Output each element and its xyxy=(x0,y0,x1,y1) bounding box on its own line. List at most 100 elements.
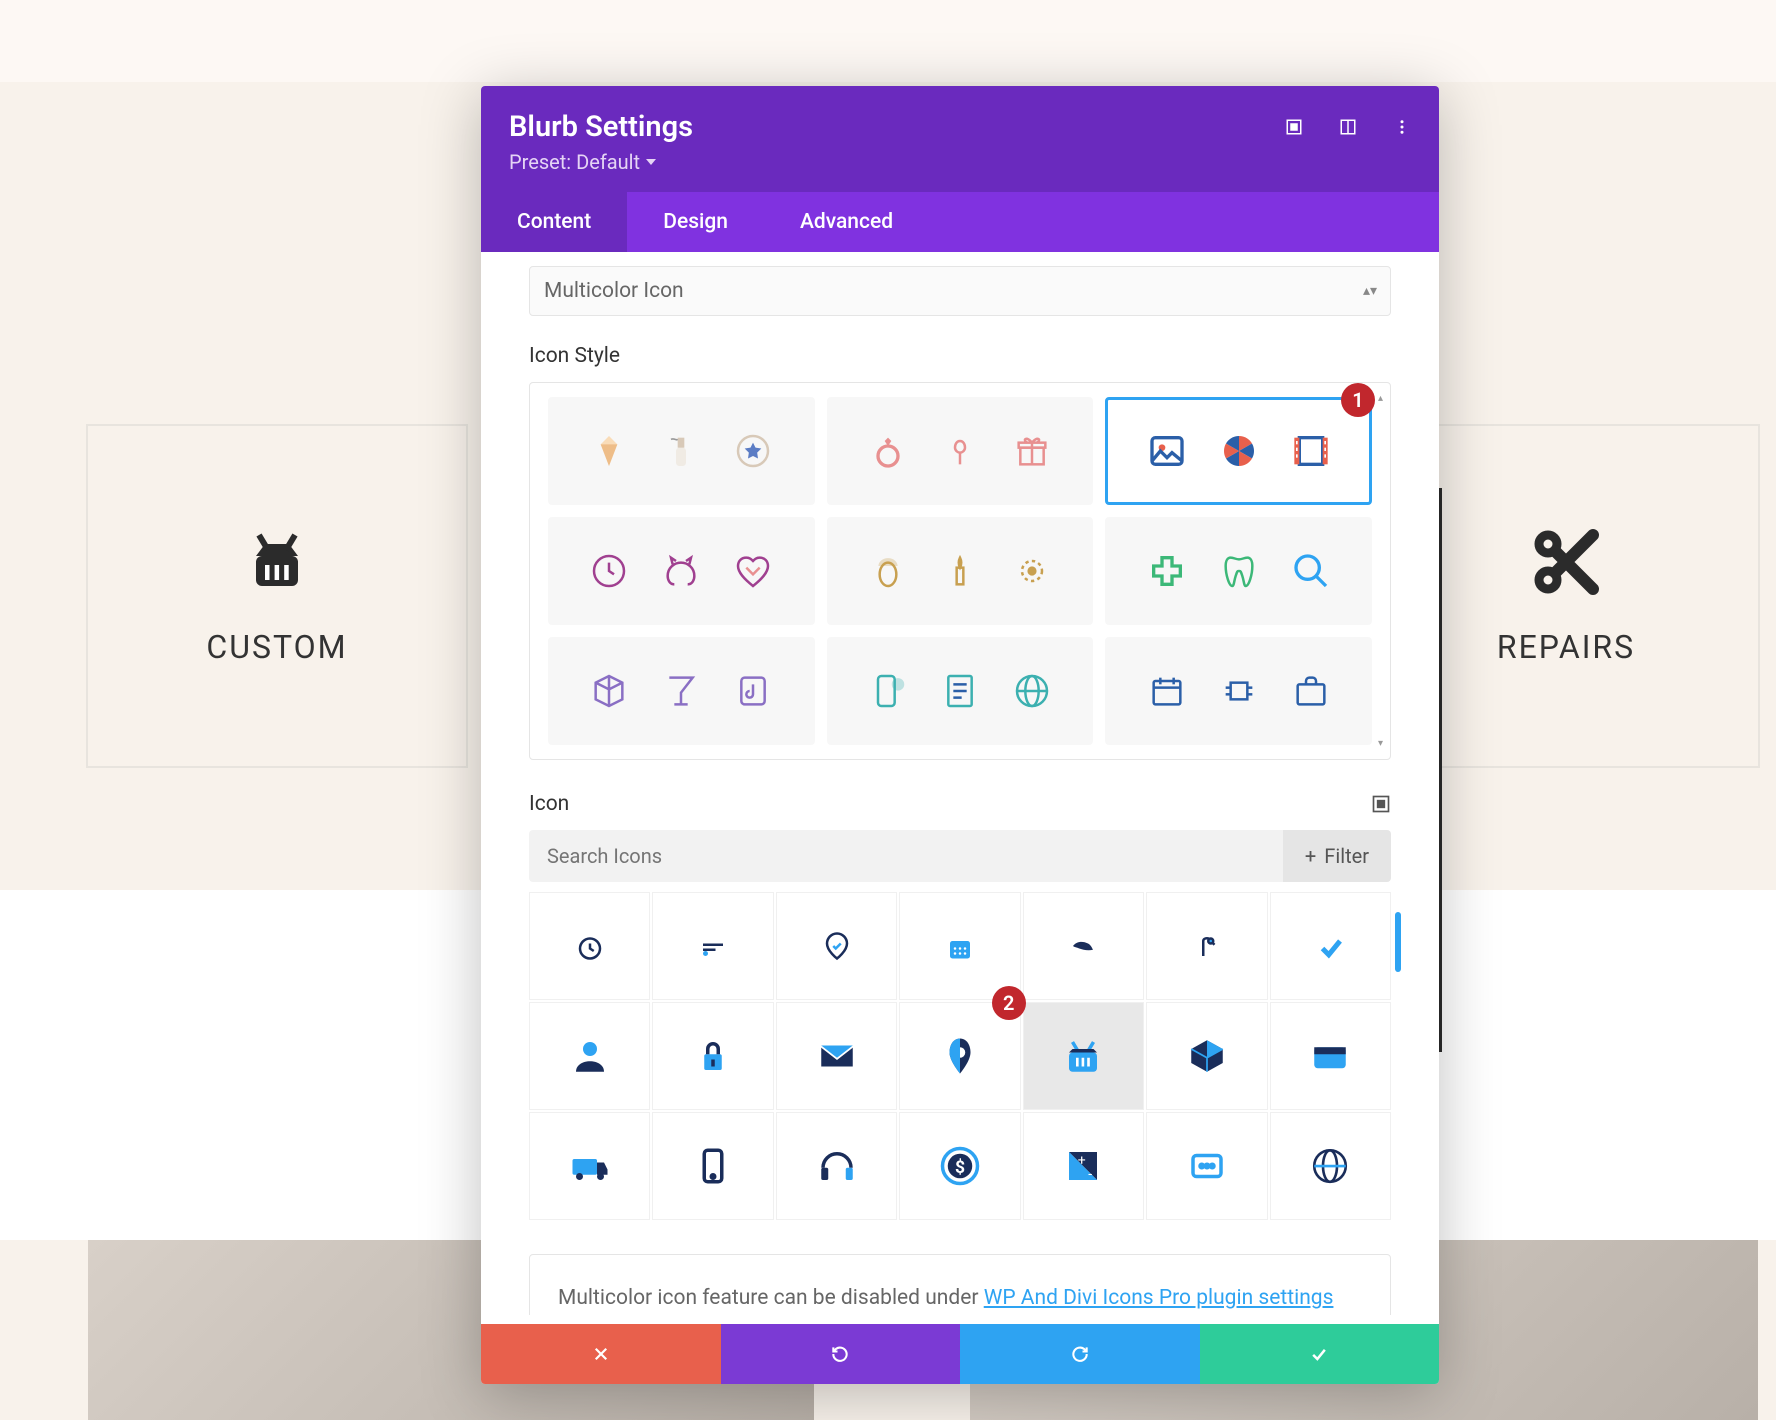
annotation-badge-2: 2 xyxy=(992,986,1026,1020)
tab-design[interactable]: Design xyxy=(627,192,764,252)
icon-style-option-selected[interactable]: 1 xyxy=(1105,397,1372,505)
scrollbar[interactable]: ▴ ▾ xyxy=(1378,393,1386,749)
icon-option[interactable] xyxy=(1146,1002,1267,1110)
icon-option[interactable] xyxy=(776,892,897,1000)
expand-section-icon[interactable] xyxy=(1371,794,1391,814)
clock-icon xyxy=(585,547,633,595)
basket-icon xyxy=(241,526,313,598)
cat-icon xyxy=(657,547,705,595)
aperture-icon xyxy=(1215,427,1263,475)
card-custom-label: CUSTOM xyxy=(206,628,347,666)
icon-label: Icon xyxy=(529,792,569,816)
cancel-button[interactable] xyxy=(481,1324,721,1384)
tooth-icon xyxy=(1215,547,1263,595)
icon-option[interactable]: $ xyxy=(899,1112,1020,1220)
scissors-icon xyxy=(1530,526,1602,598)
music-book-icon xyxy=(729,667,777,715)
modal-title: Blurb Settings xyxy=(509,110,1411,144)
star-badge-icon xyxy=(729,427,777,475)
bottle-icon xyxy=(657,427,705,475)
heart-leaf-icon xyxy=(729,547,777,595)
icon-option[interactable] xyxy=(1146,892,1267,1000)
icon-option[interactable] xyxy=(1270,1002,1391,1110)
modal-body: ▴ ▾ Icon Style 1 xyxy=(481,252,1439,1315)
icon-option[interactable] xyxy=(776,1112,897,1220)
sparkle-icon xyxy=(1008,547,1056,595)
diamond-icon xyxy=(585,427,633,475)
search-icons-input[interactable] xyxy=(529,830,1283,882)
icon-type-select[interactable] xyxy=(529,266,1391,316)
svg-text:+: + xyxy=(1078,1152,1086,1168)
document-check-icon xyxy=(936,667,984,715)
acorn-icon xyxy=(864,547,912,595)
icon-style-option[interactable] xyxy=(548,397,815,505)
expand-icon[interactable] xyxy=(1283,116,1305,138)
icon-grid: 2 $ +- xyxy=(529,892,1391,1220)
cube-icon xyxy=(585,667,633,715)
settings-modal: Blurb Settings Preset: Default Content D… xyxy=(481,86,1439,1384)
scroll-down-icon[interactable]: ▾ xyxy=(1378,738,1386,749)
icon-option[interactable]: 2 xyxy=(899,1002,1020,1110)
svg-text:-: - xyxy=(1089,1166,1093,1182)
icon-option[interactable]: +- xyxy=(1023,1112,1144,1220)
more-icon[interactable] xyxy=(1391,116,1413,138)
redo-button[interactable] xyxy=(960,1324,1200,1384)
icon-style-option[interactable] xyxy=(1105,637,1372,745)
undo-button[interactable] xyxy=(721,1324,961,1384)
phone-gear-icon xyxy=(864,667,912,715)
icon-style-option[interactable] xyxy=(548,637,815,745)
icon-style-option[interactable] xyxy=(827,517,1094,625)
icon-option[interactable] xyxy=(652,1002,773,1110)
icon-option[interactable] xyxy=(1270,892,1391,1000)
gift-icon xyxy=(1008,427,1056,475)
icon-option[interactable] xyxy=(1270,1112,1391,1220)
film-icon xyxy=(1287,427,1335,475)
scroll-up-icon[interactable]: ▴ xyxy=(1378,393,1386,404)
preset-dropdown[interactable]: Preset: Default xyxy=(509,150,656,174)
flower-icon xyxy=(936,427,984,475)
icon-option[interactable] xyxy=(1023,892,1144,1000)
icon-option[interactable] xyxy=(529,1112,650,1220)
filter-label: Filter xyxy=(1324,844,1369,868)
calendar-icon xyxy=(1143,667,1191,715)
tabs: Content Design Advanced xyxy=(481,192,1439,252)
candle-icon xyxy=(936,547,984,595)
briefcase-icon xyxy=(1287,667,1335,715)
icon-option[interactable] xyxy=(529,1002,650,1110)
modal-header: Blurb Settings Preset: Default xyxy=(481,86,1439,192)
modal-footer xyxy=(481,1324,1439,1384)
icon-style-label: Icon Style xyxy=(529,344,1391,368)
icon-style-picker: 1 xyxy=(529,382,1391,760)
icon-style-option[interactable] xyxy=(548,517,815,625)
image-icon xyxy=(1143,427,1191,475)
icon-option[interactable] xyxy=(652,1112,773,1220)
svg-text:$: $ xyxy=(955,1157,965,1178)
icon-grid-scrollbar[interactable] xyxy=(1395,912,1401,972)
icon-style-option[interactable] xyxy=(827,397,1094,505)
save-button[interactable] xyxy=(1200,1324,1440,1384)
tab-advanced[interactable]: Advanced xyxy=(764,192,929,252)
plus-icon: + xyxy=(1305,844,1316,868)
ring-icon xyxy=(864,427,912,475)
annotation-badge-1: 1 xyxy=(1341,383,1375,417)
icon-style-option[interactable] xyxy=(827,637,1094,745)
icon-option-selected[interactable] xyxy=(1023,1002,1144,1110)
tab-content[interactable]: Content xyxy=(481,192,627,252)
icon-option[interactable] xyxy=(652,892,773,1000)
columns-icon[interactable] xyxy=(1337,116,1359,138)
icon-option[interactable] xyxy=(529,892,650,1000)
chip-icon xyxy=(1215,667,1263,715)
search-icon xyxy=(1287,547,1335,595)
card-custom[interactable]: CUSTOM xyxy=(86,424,468,768)
info-box: Multicolor icon feature can be disabled … xyxy=(529,1254,1391,1315)
card-repairs-label: REPAIRS xyxy=(1497,628,1635,666)
icon-option[interactable] xyxy=(899,892,1020,1000)
icon-option[interactable] xyxy=(776,1002,897,1110)
icon-option[interactable] xyxy=(1146,1112,1267,1220)
icon-style-option[interactable] xyxy=(1105,517,1372,625)
medical-cross-icon xyxy=(1143,547,1191,595)
globe-icon xyxy=(1008,667,1056,715)
filter-button[interactable]: + Filter xyxy=(1283,830,1391,882)
cocktail-icon xyxy=(657,667,705,715)
info-text-pre: Multicolor icon feature can be disabled … xyxy=(558,1286,984,1310)
